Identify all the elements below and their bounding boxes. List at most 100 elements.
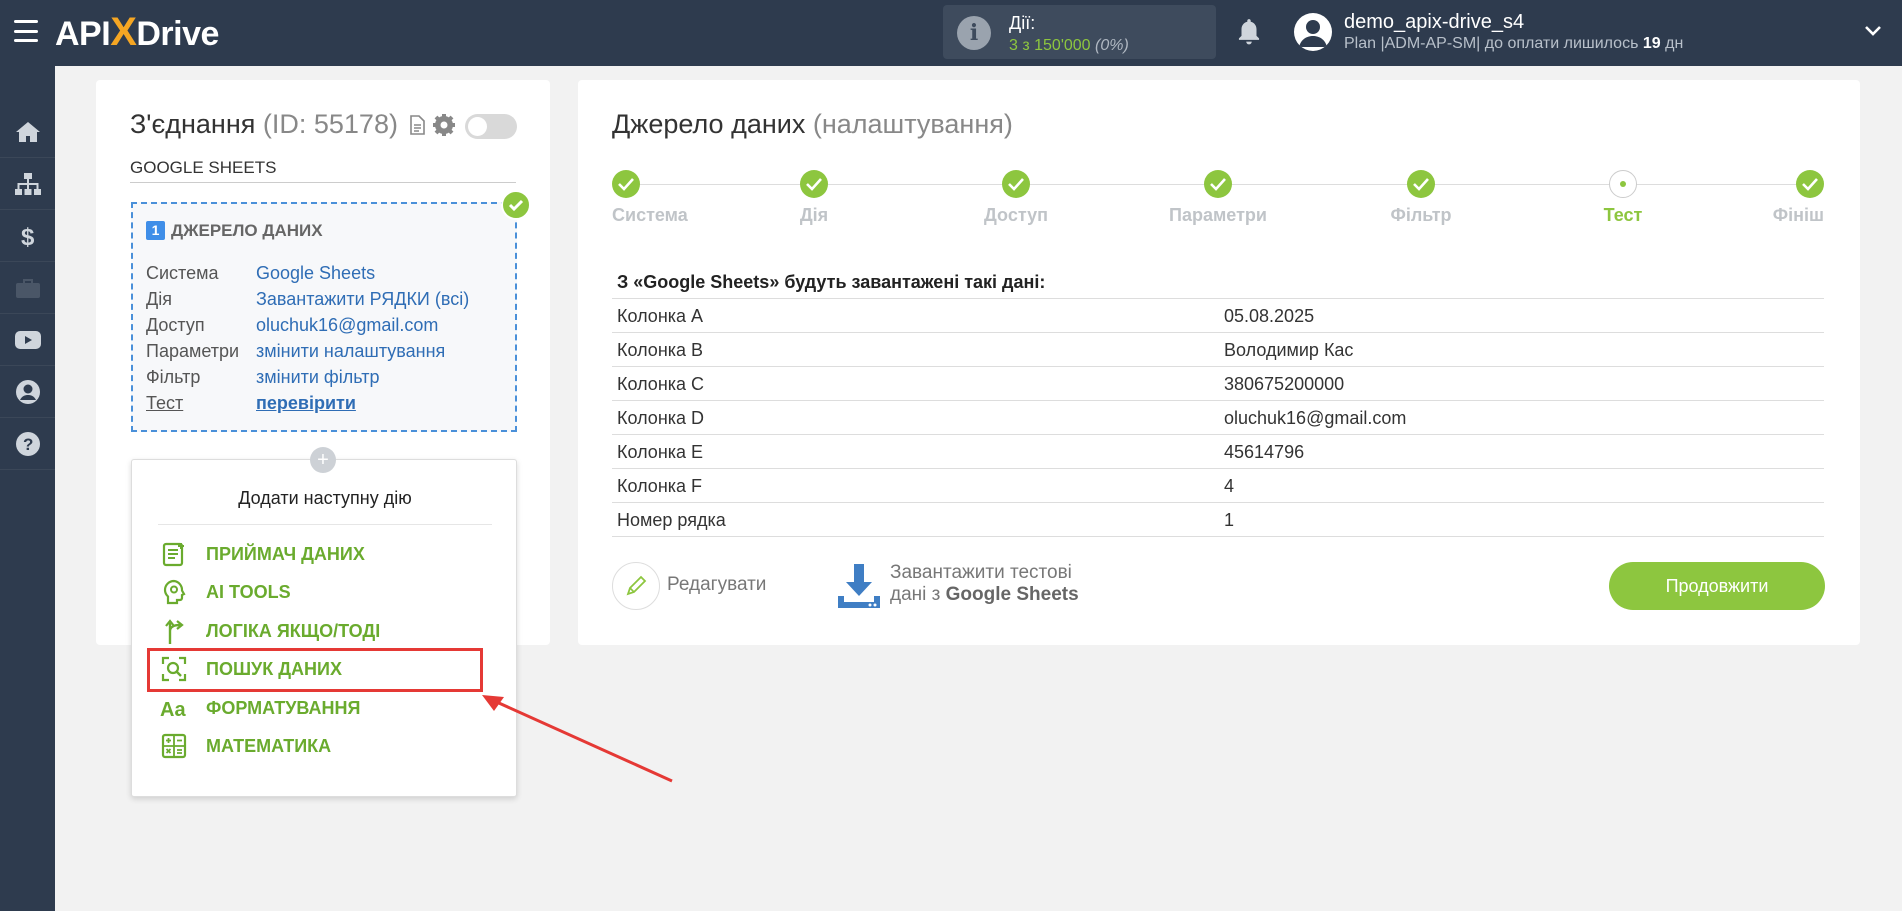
step-5-marker[interactable] xyxy=(1407,170,1435,198)
add-logic-item[interactable]: ЛОГІКА ЯКЩО/ТОДІ xyxy=(158,616,380,646)
source-row-label: Доступ xyxy=(146,315,205,335)
actions-value: 3 з 150'000 (0%) xyxy=(1009,37,1129,54)
info-icon: i xyxy=(957,16,991,50)
receiver-icon xyxy=(158,539,190,569)
cell-key: Колонка D xyxy=(617,408,705,428)
table-heading: З «Google Sheets» будуть завантажені так… xyxy=(617,272,1046,292)
menu-icon[interactable] xyxy=(14,20,38,42)
table-row: Колонка E 45614796 xyxy=(612,435,1824,469)
arrow-annotation xyxy=(482,695,673,783)
edit-label[interactable]: Редагувати xyxy=(667,574,766,596)
actions-counter[interactable]: i Дії: 3 з 150'000 (0%) xyxy=(943,5,1216,59)
youtube-icon[interactable] xyxy=(0,314,55,366)
chevron-down-icon[interactable] xyxy=(1864,22,1882,40)
source-heading: 1 ДЖЕРЕЛО ДАНИХ xyxy=(146,221,323,241)
step-7-marker[interactable] xyxy=(1796,170,1824,198)
connection-toggle[interactable] xyxy=(465,114,517,139)
add-action-title: Додати наступну дію xyxy=(238,488,412,508)
sidebar: $ ? xyxy=(0,66,55,911)
source-system-link[interactable]: Google Sheets xyxy=(256,263,375,284)
step-1-marker[interactable] xyxy=(612,170,640,198)
bell-icon[interactable] xyxy=(1236,17,1262,47)
logo[interactable]: APIXDrive xyxy=(55,10,219,54)
source-test-link[interactable]: перевірити xyxy=(256,393,356,414)
download-test-data-button[interactable]: Завантажити тестові дані з Google Sheets xyxy=(890,562,1079,606)
svg-text:?: ? xyxy=(23,435,33,454)
check-icon xyxy=(501,190,531,220)
cell-value: 380675200000 xyxy=(1224,374,1345,394)
source-access-link[interactable]: oluchuk16@gmail.com xyxy=(256,315,438,336)
step-6-marker[interactable] xyxy=(1609,170,1637,198)
format-icon: Aa xyxy=(158,693,190,723)
step-6-label[interactable]: Тест xyxy=(1604,205,1643,226)
add-math-item[interactable]: МАТЕМАТИКА xyxy=(158,731,331,761)
source-row-label: Параметри xyxy=(146,341,240,361)
cell-key: Номер рядка xyxy=(617,510,726,530)
source-row-label: Дія xyxy=(146,289,172,309)
ai-icon xyxy=(158,577,190,607)
logic-icon xyxy=(158,616,190,646)
highlight-box xyxy=(147,648,483,692)
table-row: Колонка C 380675200000 xyxy=(612,367,1824,401)
cell-key: Колонка B xyxy=(617,340,704,360)
actions-label: Дії: xyxy=(1009,13,1036,33)
table-row: Колонка A 05.08.2025 xyxy=(612,299,1824,333)
add-step-plus-icon[interactable]: + xyxy=(310,447,336,473)
step-5-label[interactable]: Фільтр xyxy=(1390,205,1451,226)
source-params-link[interactable]: змінити налаштування xyxy=(256,341,445,362)
step-3-marker[interactable] xyxy=(1002,170,1030,198)
add-action-menu: Додати наступну дію ПРИЙМАЧ ДАНИХ AI TOO… xyxy=(131,459,517,797)
svg-text:Aa: Aa xyxy=(160,699,186,720)
step-2-label[interactable]: Дія xyxy=(800,205,828,226)
connection-title: З'єднання (ID: 55178) xyxy=(130,109,455,140)
step-4-marker[interactable] xyxy=(1204,170,1232,198)
sitemap-icon[interactable] xyxy=(0,158,55,210)
step-2-marker[interactable] xyxy=(800,170,828,198)
divider xyxy=(158,524,492,525)
svg-text:$: $ xyxy=(21,224,35,249)
step-7-label[interactable]: Фініш xyxy=(1773,205,1824,226)
top-bar: APIXDrive i Дії: 3 з 150'000 (0%) demo_a… xyxy=(0,0,1902,66)
download-icon[interactable] xyxy=(836,562,882,610)
add-ai-tools-item[interactable]: AI TOOLS xyxy=(158,577,291,607)
add-format-item[interactable]: Aa ФОРМАТУВАННЯ xyxy=(158,693,360,723)
dollar-icon[interactable]: $ xyxy=(0,210,55,262)
math-icon xyxy=(158,731,190,761)
cell-key: Колонка F xyxy=(617,476,703,496)
document-icon[interactable] xyxy=(409,115,426,135)
table-row: Номер рядка 1 xyxy=(612,503,1824,537)
source-row-label: Тест xyxy=(146,393,184,413)
user-name[interactable]: demo_apix-drive_s4 xyxy=(1344,11,1524,34)
user-icon[interactable] xyxy=(0,366,55,418)
gear-icon[interactable] xyxy=(433,114,455,136)
connection-system-name: GOOGLE SHEETS xyxy=(130,158,516,183)
pencil-icon xyxy=(626,575,647,596)
step-4-label[interactable]: Параметри xyxy=(1169,205,1267,226)
source-filter-link[interactable]: змінити фільтр xyxy=(256,367,379,388)
source-row-label: Фільтр xyxy=(146,367,201,387)
cell-value: Володимир Кас xyxy=(1224,340,1354,360)
avatar[interactable] xyxy=(1294,13,1332,51)
cell-key: Колонка A xyxy=(617,306,704,326)
table-row: Колонка D oluchuk16@gmail.com xyxy=(612,401,1824,435)
cell-key: Колонка C xyxy=(617,374,705,394)
cell-value: 4 xyxy=(1224,476,1235,496)
cell-key: Колонка E xyxy=(617,442,704,462)
continue-button[interactable]: Продовжити xyxy=(1609,562,1825,610)
source-action-link[interactable]: Завантажити РЯДКИ (всі) xyxy=(256,289,469,310)
help-icon[interactable]: ? xyxy=(0,418,55,470)
cell-value: 45614796 xyxy=(1224,442,1305,462)
edit-button[interactable] xyxy=(612,562,660,610)
cell-value: oluchuk16@gmail.com xyxy=(1224,408,1407,428)
data-table: Колонка A 05.08.2025 Колонка B Володимир К… xyxy=(612,298,1824,537)
cell-value: 05.08.2025 xyxy=(1224,306,1315,326)
step-1-label[interactable]: Система xyxy=(612,205,688,226)
home-icon[interactable] xyxy=(0,106,55,158)
cell-value: 1 xyxy=(1224,510,1235,530)
briefcase-icon[interactable] xyxy=(0,262,55,314)
user-plan: Plan |ADM-AP-SM| до оплати лишилось 19 д… xyxy=(1344,35,1684,52)
table-row: Колонка F 4 xyxy=(612,469,1824,503)
add-receiver-item[interactable]: ПРИЙМАЧ ДАНИХ xyxy=(158,539,365,569)
step-3-label[interactable]: Доступ xyxy=(984,205,1048,226)
source-row-label: Система xyxy=(146,263,219,283)
